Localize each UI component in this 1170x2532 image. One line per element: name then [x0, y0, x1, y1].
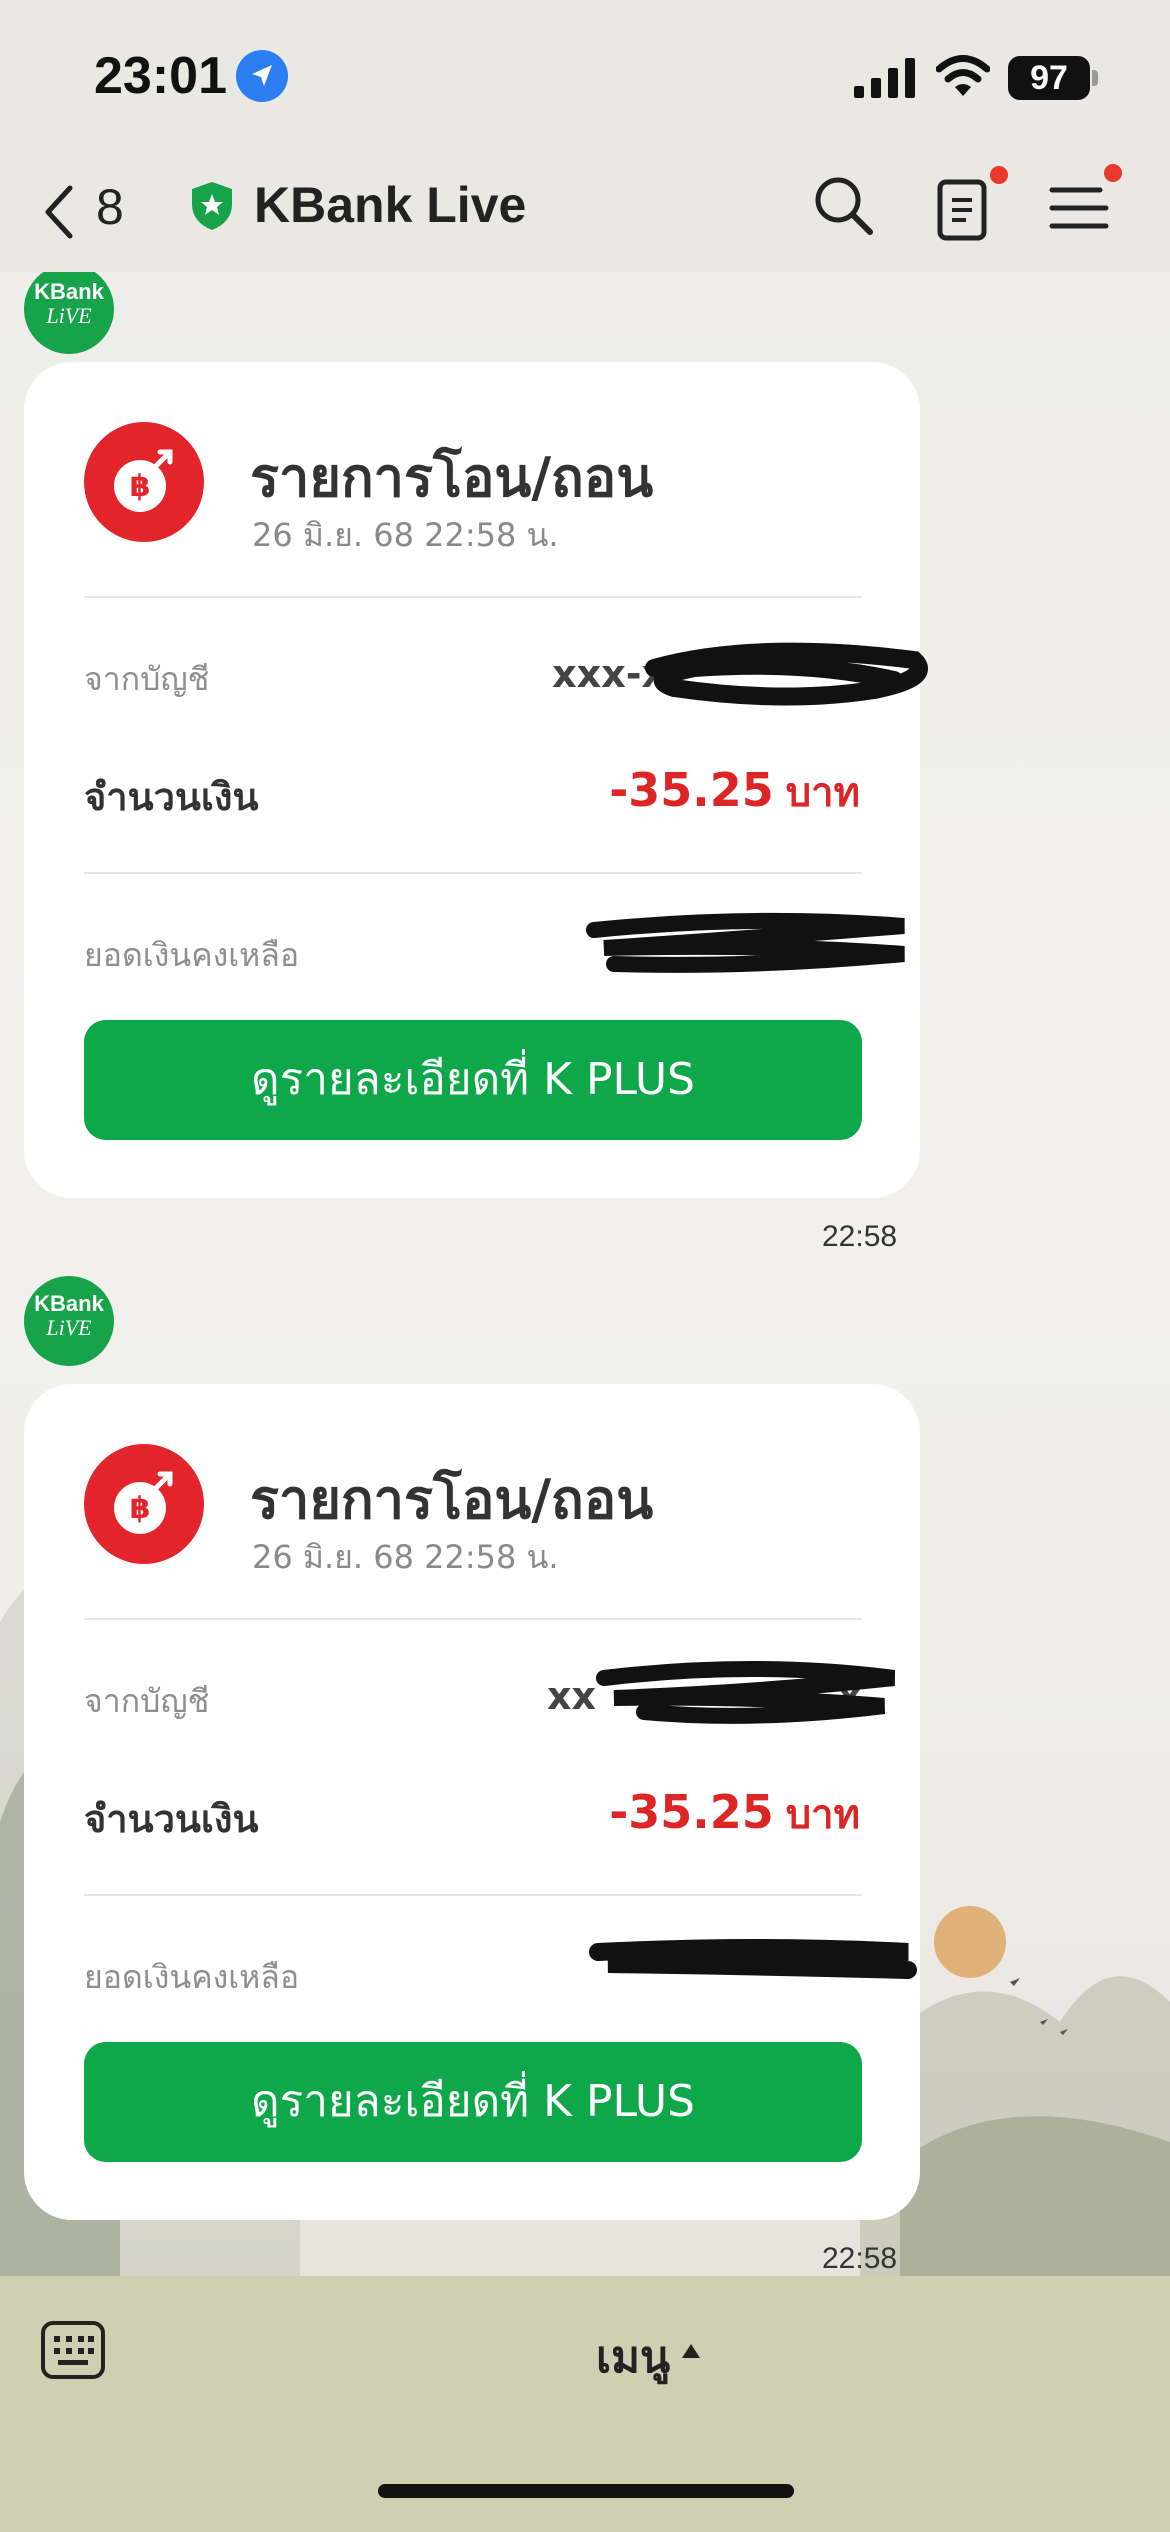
transaction-card: ฿ รายการโอน/ถอน 26 มิ.ย. 68 22:58 น. จาก… — [24, 362, 928, 1198]
transaction-datetime: 26 มิ.ย. 68 22:58 น. — [252, 1538, 559, 1576]
transaction-datetime: 26 มิ.ย. 68 22:58 น. — [252, 516, 559, 554]
notes-icon[interactable] — [936, 176, 992, 242]
amount-value: -35.25 บาท — [609, 1782, 860, 1846]
avatar-line1: KBank — [34, 279, 104, 304]
transaction-title: รายการโอน/ถอน — [250, 1468, 654, 1531]
sender-avatar[interactable]: KBank LiVE — [24, 272, 114, 354]
avatar-line1: KBank — [34, 1291, 104, 1316]
amount-currency: บาท — [785, 1792, 860, 1838]
amount-currency: บาท — [785, 770, 860, 816]
battery-indicator: 97 — [1008, 56, 1090, 100]
amount-number: -35.25 — [609, 763, 774, 817]
amount-label: จำนวนเงิน — [84, 1797, 259, 1841]
rich-menu-toggle[interactable]: เมนู — [596, 2322, 670, 2392]
sender-avatar[interactable]: KBank LiVE — [24, 1276, 114, 1366]
redaction-scribble — [596, 1661, 896, 1724]
baht-transfer-icon: ฿ — [84, 422, 204, 542]
wifi-icon — [936, 55, 990, 96]
home-indicator — [378, 2484, 794, 2498]
svg-text:฿: ฿ — [130, 469, 151, 504]
message-timestamp: 22:58 — [822, 1220, 898, 1253]
location-icon — [236, 50, 288, 102]
chat-title: KBank Live — [254, 177, 527, 233]
view-in-kplus-button[interactable]: ดูรายละเอียดที่ K PLUS — [84, 1020, 862, 1140]
menu-expand-arrow-icon[interactable] — [682, 2344, 700, 2358]
amount-value: -35.25 บาท — [609, 760, 860, 824]
avatar-line2: LiVE — [46, 1315, 92, 1340]
signal-icon — [854, 58, 915, 98]
redaction-scribble — [645, 642, 928, 706]
divider — [84, 596, 862, 598]
amount-label: จำนวนเงิน — [84, 775, 259, 819]
verified-shield-icon — [192, 182, 232, 230]
from-account-label: จากบัญชี — [84, 660, 210, 698]
amount-number: -35.25 — [609, 1785, 774, 1839]
view-in-kplus-button[interactable]: ดูรายละเอียดที่ K PLUS — [84, 2042, 862, 2162]
menu-notification-dot — [1104, 164, 1122, 182]
from-account-label: จากบัญชี — [84, 1682, 210, 1720]
unread-count[interactable]: 8 — [96, 178, 124, 236]
back-chevron-icon[interactable] — [40, 182, 80, 242]
transaction-title: รายการโอน/ถอน — [250, 446, 654, 509]
baht-transfer-icon: ฿ — [84, 1444, 204, 1564]
avatar-line2: LiVE — [46, 303, 92, 328]
divider — [84, 1618, 862, 1620]
search-icon[interactable] — [812, 174, 876, 238]
redaction-scribble — [589, 1939, 917, 1979]
divider — [84, 872, 862, 874]
chat-header: 8 KBank Live — [0, 150, 1170, 272]
chat-area[interactable]: KBank LiVE ฿ รายการโอน/ถอน 26 มิ.ย. 68 2… — [0, 272, 1170, 2276]
balance-label: ยอดเงินคงเหลือ — [84, 936, 300, 974]
redaction-scribble — [586, 912, 905, 973]
status-time: 23:01 — [94, 47, 227, 105]
svg-text:฿: ฿ — [130, 1491, 151, 1526]
hamburger-menu-icon[interactable] — [1048, 178, 1112, 238]
balance-label: ยอดเงินคงเหลือ — [84, 1958, 300, 1996]
message-timestamp: 22:58 — [822, 2242, 898, 2275]
keyboard-icon[interactable] — [40, 2320, 106, 2380]
battery-tip — [1092, 70, 1098, 86]
notes-notification-dot — [990, 166, 1008, 184]
divider — [84, 1894, 862, 1896]
status-bar: 23:01 97 — [0, 0, 1170, 150]
transaction-card: ฿ รายการโอน/ถอน 26 มิ.ย. 68 22:58 น. จาก… — [24, 1384, 920, 2220]
